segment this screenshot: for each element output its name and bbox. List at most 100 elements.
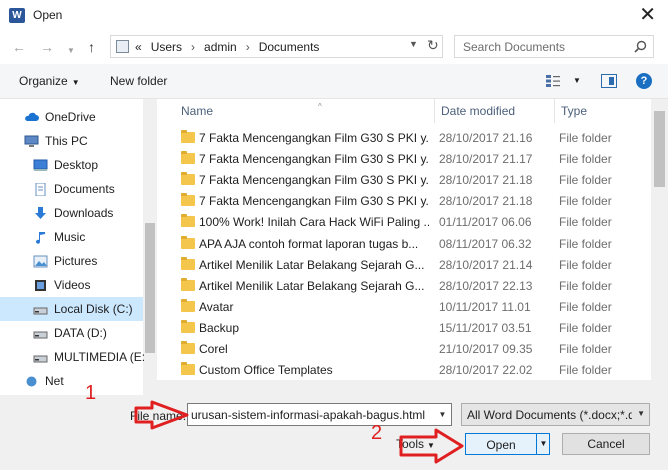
column-date-label: Date modified — [441, 104, 516, 118]
file-row[interactable]: 100% Work! Inilah Cara Hack WiFi Paling … — [175, 212, 651, 233]
file-name-dropdown-icon[interactable]: ▼ — [434, 404, 451, 425]
file-date-cell: 10/11/2017 11.01 — [439, 299, 531, 314]
documents-icon — [33, 182, 48, 196]
folder-icon — [181, 130, 195, 143]
file-list-scrollbar[interactable] — [651, 99, 668, 380]
file-row[interactable]: Corel 21/10/2017 09.35 File folder — [175, 339, 651, 360]
file-date-cell: 21/10/2017 09.35 — [439, 342, 533, 356]
file-type-cell: File folder — [559, 131, 612, 145]
file-row[interactable]: 7 Fakta Mencengangkan Film G30 S PKI y..… — [175, 191, 651, 212]
refresh-icon[interactable]: ↻ — [427, 37, 439, 54]
sidebar-item-label: Local Disk (C:) — [54, 302, 133, 316]
breadcrumb-admin[interactable]: admin — [204, 40, 237, 54]
address-dropdown-icon[interactable]: ▼ — [409, 39, 418, 49]
breadcrumb-separator-icon[interactable]: › — [246, 40, 250, 54]
file-row[interactable]: Artikel Menilik Latar Belakang Sejarah G… — [175, 276, 651, 297]
file-row[interactable]: APA AJA contoh format laporan tugas b...… — [175, 234, 651, 255]
video-icon — [33, 279, 48, 292]
help-icon[interactable]: ? — [636, 73, 652, 89]
forward-arrow-icon[interactable]: → — [40, 39, 54, 55]
drive-icon — [33, 303, 48, 316]
file-row[interactable]: Custom Office Templates 28/10/2017 22.02 F… — [175, 360, 651, 380]
navigation-pane: OneDrive This PC Desktop Documents Downloads… — [0, 99, 157, 395]
file-row[interactable]: 7 Fakta Mencengangkan Film G30 S PKI y..… — [175, 149, 651, 170]
search-placeholder: Search Documents — [463, 40, 566, 54]
file-row[interactable]: Avatar 10/11/2017 11.01 File folder — [175, 297, 651, 318]
column-header-date[interactable]: Date modified — [435, 99, 555, 123]
column-header-type[interactable]: Type — [555, 99, 651, 123]
tools-menu[interactable]: Tools ▼ — [396, 437, 435, 451]
computer-icon — [24, 135, 39, 148]
music-icon — [33, 231, 48, 244]
search-icon[interactable] — [634, 40, 647, 53]
file-name-cell: APA AJA contoh format laporan tugas b... — [199, 236, 419, 251]
sidebar-item[interactable]: Pictures — [0, 249, 143, 273]
open-label: Open — [486, 438, 516, 452]
desktop-icon — [33, 159, 48, 172]
file-name-input[interactable]: urusan-sistem-informasi-apakah-bagus.htm… — [187, 403, 452, 426]
file-date-cell: 28/10/2017 21.18 — [439, 173, 533, 188]
scrollbar-thumb[interactable] — [145, 223, 155, 353]
open-options-dropdown-icon[interactable]: ▼ — [536, 434, 550, 454]
file-type-select[interactable]: All Word Documents (*.docx;*.docm;*.dotx… — [461, 403, 650, 426]
sidebar-item[interactable]: Documents — [0, 177, 143, 201]
sidebar-item[interactable]: DATA (D:) — [0, 321, 143, 345]
sidebar-item-label: Downloads — [54, 206, 114, 220]
breadcrumb-overflow[interactable]: « — [135, 40, 142, 54]
sidebar-item-label: Videos — [54, 278, 91, 292]
up-arrow-icon[interactable]: ↑ — [88, 39, 95, 55]
sidebar-item[interactable]: OneDrive — [0, 105, 143, 129]
breadcrumb-separator-icon[interactable]: › — [191, 40, 195, 54]
file-name-cell: Custom Office Templates — [199, 363, 333, 378]
file-name-cell: 100% Work! Inilah Cara Hack WiFi Paling … — [199, 215, 429, 230]
network-icon — [24, 375, 39, 388]
close-icon[interactable]: ✕ — [639, 3, 656, 27]
dialog-footer: File name: urusan-sistem-informasi-apaka… — [0, 395, 668, 470]
file-name-cell: Backup — [199, 320, 240, 335]
sidebar-item[interactable]: Net — [0, 369, 143, 393]
file-name-cell: Artikel Menilik Latar Belakang Sejarah G… — [199, 278, 425, 293]
sidebar-item-label: DATA (D:) — [54, 326, 107, 340]
chevron-down-icon: ▼ — [637, 409, 645, 418]
horizontal-scrollbar[interactable] — [157, 380, 668, 395]
sidebar-item-label: OneDrive — [45, 110, 96, 124]
address-bar[interactable]: « Users › admin › Documents ▼ ↻ — [110, 35, 443, 58]
preview-pane-icon[interactable] — [601, 74, 617, 88]
new-folder-button[interactable]: New folder — [110, 74, 167, 88]
sort-ascending-icon: ^ — [318, 102, 322, 111]
search-box[interactable]: Search Documents — [454, 35, 654, 58]
sidebar-item[interactable]: Videos — [0, 273, 143, 297]
file-date-cell: 28/10/2017 21.14 — [439, 257, 533, 272]
tools-label: Tools — [396, 437, 425, 451]
change-view-icon[interactable] — [545, 74, 561, 88]
organize-menu[interactable]: Organize ▼ — [19, 74, 80, 88]
recent-locations-chevron-icon[interactable]: ▼ — [67, 43, 75, 59]
breadcrumb-users[interactable]: Users — [151, 40, 182, 54]
file-type-cell: File folder — [559, 299, 612, 314]
sidebar-item-label: Pictures — [54, 254, 98, 268]
sidebar-item[interactable]: Local Disk (C:) — [0, 297, 143, 321]
cancel-button[interactable]: Cancel — [562, 433, 650, 455]
open-button[interactable]: Open ▼ — [465, 433, 550, 455]
file-type-cell: File folder — [559, 363, 612, 378]
scrollbar-thumb[interactable] — [654, 111, 665, 187]
file-date-cell: 28/10/2017 22.13 — [439, 278, 533, 293]
file-name-cell: 7 Fakta Mencengangkan Film G30 S PKI y..… — [199, 152, 429, 167]
folder-icon — [181, 256, 195, 270]
file-row[interactable]: 7 Fakta Mencengangkan Film G30 S PKI y..… — [175, 128, 651, 149]
back-arrow-icon[interactable]: ← — [12, 39, 26, 55]
breadcrumb: « Users › admin › Documents — [135, 40, 319, 54]
pictures-icon — [33, 255, 48, 268]
breadcrumb-documents[interactable]: Documents — [259, 40, 320, 54]
sidebar-item[interactable]: Downloads — [0, 201, 143, 225]
sidebar-item[interactable]: This PC — [0, 129, 143, 153]
sidebar-item[interactable]: Music — [0, 225, 143, 249]
sidebar-item[interactable]: Desktop — [0, 153, 143, 177]
view-options-chevron-icon[interactable]: ▼ — [573, 76, 581, 85]
column-header-name[interactable]: ^ Name — [175, 99, 435, 123]
file-row[interactable]: Artikel Menilik Latar Belakang Sejarah G… — [175, 255, 651, 276]
sidebar-item[interactable]: MULTIMEDIA (E: — [0, 345, 145, 369]
file-row[interactable]: 7 Fakta Mencengangkan Film G30 S PKI y..… — [175, 170, 651, 191]
file-row[interactable]: Backup 15/11/2017 03.51 File folder — [175, 318, 651, 339]
file-type-cell: File folder — [559, 152, 612, 167]
